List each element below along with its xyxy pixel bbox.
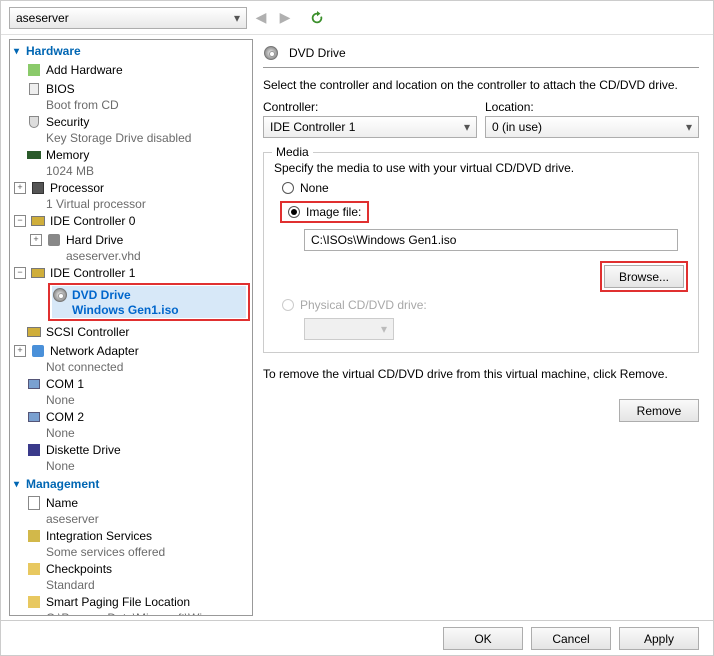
memory-icon (26, 147, 42, 163)
spf-sub: C:\ProgramData\Microsoft\Win... (10, 611, 252, 616)
add-icon (26, 62, 42, 78)
tree-item-smart-paging[interactable]: Smart Paging File Location (10, 592, 252, 611)
com1-sub: None (10, 393, 252, 407)
shield-icon (26, 114, 42, 130)
radio-none-row[interactable]: None (282, 181, 688, 195)
refresh-icon[interactable] (307, 8, 327, 28)
tree-item-scsi[interactable]: SCSI Controller (10, 322, 252, 341)
tree-item-diskette[interactable]: Diskette Drive (10, 440, 252, 459)
tree-item-processor[interactable]: +Processor (10, 178, 252, 197)
settings-tree[interactable]: ▾Hardware Add Hardware BIOS Boot from CD… (9, 39, 253, 616)
detail-pane: DVD Drive Select the controller and loca… (253, 35, 713, 620)
controller-icon (26, 324, 42, 340)
memory-sub: 1024 MB (10, 164, 252, 178)
vm-selector[interactable]: aseserver (9, 7, 247, 29)
radio-none-label: None (300, 181, 329, 195)
cpu-icon (30, 180, 46, 196)
cancel-button[interactable]: Cancel (531, 627, 611, 650)
tree-item-com2[interactable]: COM 2 (10, 407, 252, 426)
radio-physical (282, 299, 294, 311)
pane-header: DVD Drive (263, 43, 699, 68)
expand-icon[interactable]: + (14, 345, 26, 357)
collapse-icon[interactable]: − (14, 267, 26, 279)
bios-sub: Boot from CD (10, 98, 252, 112)
tree-item-com1[interactable]: COM 1 (10, 374, 252, 393)
paging-icon (26, 594, 42, 610)
toolbar: aseserver ◀ ▶ (1, 1, 713, 35)
radio-image[interactable] (288, 206, 300, 218)
collapse-icon[interactable]: − (14, 215, 26, 227)
tree-item-ide0[interactable]: −IDE Controller 0 (10, 211, 252, 230)
security-sub: Key Storage Drive disabled (10, 131, 252, 145)
tree-item-name[interactable]: Name (10, 493, 252, 512)
radio-image-label: Image file: (306, 205, 361, 219)
checkpoint-icon (26, 561, 42, 577)
diskette-sub: None (10, 459, 252, 473)
controller-icon (30, 265, 46, 281)
expand-icon[interactable]: + (14, 182, 26, 194)
name-icon (26, 495, 42, 511)
radio-physical-label: Physical CD/DVD drive: (300, 298, 427, 312)
location-label: Location: (485, 100, 699, 114)
serial-icon (26, 376, 42, 392)
controller-select[interactable]: IDE Controller 1 (263, 116, 477, 138)
disc-icon (263, 45, 279, 61)
serial-icon (26, 409, 42, 425)
network-icon (30, 343, 46, 359)
controller-label: Controller: (263, 100, 477, 114)
management-section[interactable]: ▾Management (10, 473, 252, 493)
tree-item-dvd-drive[interactable]: DVD Drive Windows Gen1.iso (52, 286, 246, 318)
services-icon (26, 528, 42, 544)
tree-item-security[interactable]: Security (10, 112, 252, 131)
chk-sub: Standard (10, 578, 252, 592)
highlight-image-option: Image file: (280, 201, 369, 223)
highlight-dvd: DVD Drive Windows Gen1.iso (48, 283, 250, 321)
browse-button[interactable]: Browse... (604, 265, 684, 288)
bios-icon (26, 81, 42, 97)
dvd-sub: Windows Gen1.iso (52, 303, 246, 317)
controller-icon (30, 213, 46, 229)
next-arrow-icon[interactable]: ▶ (275, 8, 295, 28)
network-sub: Not connected (10, 360, 252, 374)
tree-item-integration-services[interactable]: Integration Services (10, 526, 252, 545)
media-fieldset: Media Specify the media to use with your… (263, 152, 699, 353)
name-sub: aseserver (10, 512, 252, 526)
media-legend: Media (272, 145, 313, 159)
remove-description: To remove the virtual CD/DVD drive from … (263, 353, 699, 389)
location-select[interactable]: 0 (in use) (485, 116, 699, 138)
tree-item-bios[interactable]: BIOS (10, 79, 252, 98)
tree-item-harddrive[interactable]: +Hard Drive (10, 230, 252, 249)
floppy-icon (26, 442, 42, 458)
radio-physical-row: Physical CD/DVD drive: (282, 298, 688, 312)
highlight-browse: Browse... (600, 261, 688, 292)
radio-none[interactable] (282, 182, 294, 194)
processor-sub: 1 Virtual processor (10, 197, 252, 211)
media-description: Specify the media to use with your virtu… (274, 161, 688, 175)
tree-item-network[interactable]: +Network Adapter (10, 341, 252, 360)
tree-item-ide1[interactable]: −IDE Controller 1 (10, 263, 252, 282)
radio-image-row[interactable]: Image file: (280, 201, 688, 223)
collapse-icon[interactable]: ▾ (14, 479, 24, 490)
isvc-sub: Some services offered (10, 545, 252, 559)
tree-item-checkpoints[interactable]: Checkpoints (10, 559, 252, 578)
dialog-footer: OK Cancel Apply (1, 620, 713, 656)
tree-item-memory[interactable]: Memory (10, 145, 252, 164)
expand-icon[interactable]: + (30, 234, 42, 246)
prev-arrow-icon[interactable]: ◀ (251, 8, 271, 28)
image-path-input[interactable]: C:\ISOs\Windows Gen1.iso (304, 229, 678, 251)
pane-description: Select the controller and location on th… (263, 68, 699, 100)
harddrive-icon (46, 232, 62, 248)
collapse-icon[interactable]: ▾ (14, 46, 24, 57)
vm-selector-text: aseserver (16, 11, 69, 25)
apply-button[interactable]: Apply (619, 627, 699, 650)
tree-item-add-hardware[interactable]: Add Hardware (10, 60, 252, 79)
pane-title-text: DVD Drive (289, 46, 346, 60)
com2-sub: None (10, 426, 252, 440)
harddrive-sub: aseserver.vhd (10, 249, 252, 263)
ok-button[interactable]: OK (443, 627, 523, 650)
physical-drive-select (304, 318, 394, 340)
disc-icon (52, 287, 68, 303)
hardware-section[interactable]: ▾Hardware (10, 40, 252, 60)
remove-button[interactable]: Remove (619, 399, 699, 422)
